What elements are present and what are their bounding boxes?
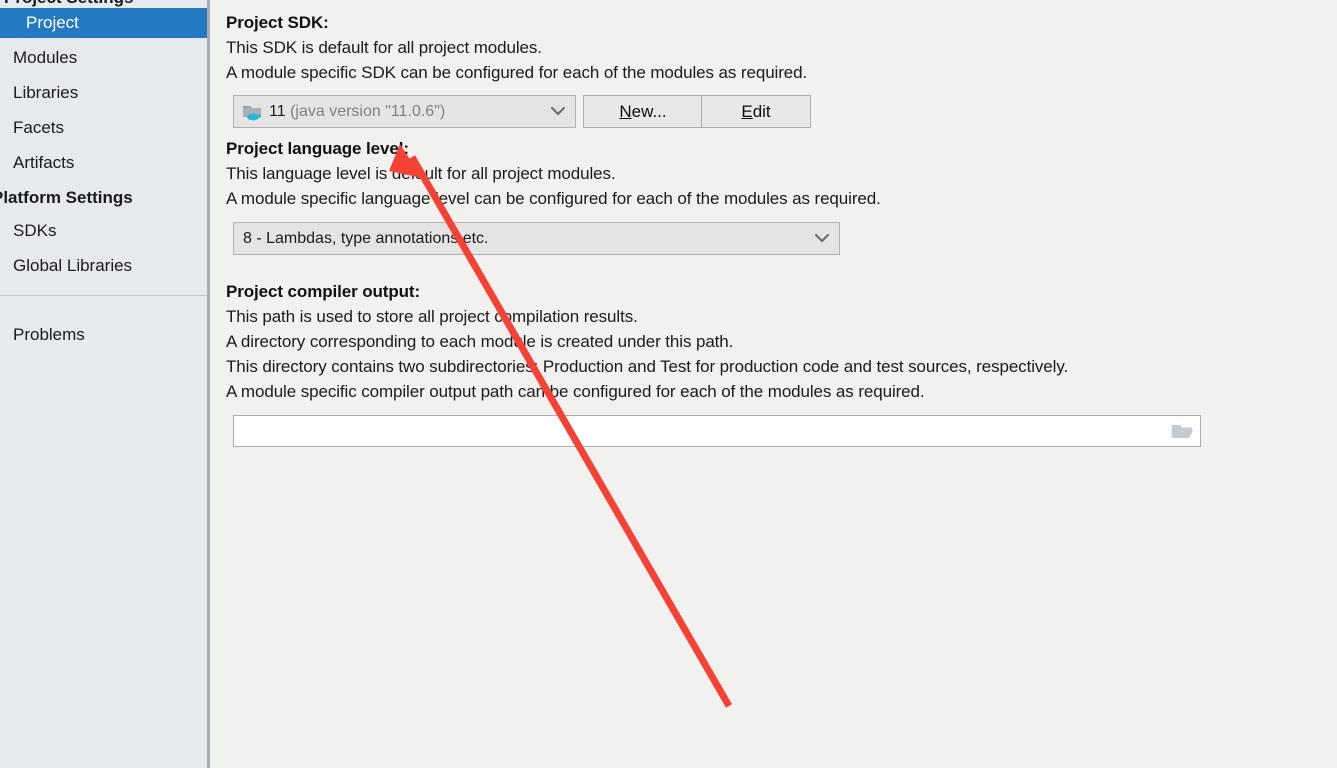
project-language-level-title: Project language level:: [226, 139, 409, 158]
new-button-mnemonic: N: [619, 101, 632, 121]
project-sdk-title: Project SDK:: [226, 13, 329, 32]
project-sdk-version: 11: [269, 102, 286, 120]
sidebar-item-project[interactable]: Project: [0, 8, 207, 38]
jdk-folder-coffee-icon: [242, 103, 264, 121]
chevron-down-icon[interactable]: [541, 96, 575, 127]
sidebar-item-global-libraries[interactable]: Global Libraries: [0, 251, 207, 281]
sidebar-item-facets[interactable]: Facets: [0, 113, 207, 143]
compiler-output-path-input[interactable]: [234, 415, 1166, 447]
settings-sidebar: Project Settings Project Modules Librari…: [0, 0, 207, 768]
project-language-level-description-line-2: A module specific language level can be …: [226, 189, 881, 208]
new-button-label: New...: [619, 101, 667, 121]
project-compiler-output-description-line-3: This directory contains two subdirectori…: [226, 357, 1069, 376]
sidebar-item-artifacts[interactable]: Artifacts: [0, 148, 207, 178]
sidebar-item-label: Global Libraries: [13, 256, 133, 275]
sidebar-separator: [0, 295, 207, 296]
sidebar-item-label: SDKs: [13, 221, 57, 240]
folder-open-icon[interactable]: [1166, 416, 1200, 446]
project-compiler-output-description-line-4: A module specific compiler output path c…: [226, 382, 925, 401]
sidebar-item-label: Libraries: [13, 83, 79, 102]
settings-window: Project Settings Project Modules Librari…: [0, 0, 1337, 768]
sidebar-item-modules[interactable]: Modules: [0, 43, 207, 73]
sidebar-group-label: Platform Settings: [0, 188, 133, 207]
project-sdk-detail: (java version "11.0.6"): [290, 102, 446, 120]
project-compiler-output-description-line-2: A directory corresponding to each module…: [226, 332, 734, 351]
sidebar-item-label: Artifacts: [13, 153, 75, 172]
project-language-level-combobox[interactable]: 8 - Lambdas, type annotations etc.: [233, 222, 840, 255]
sidebar-group-platform-settings: Platform Settings: [0, 183, 207, 213]
project-compiler-output-description-line-1: This path is used to store all project c…: [226, 307, 638, 326]
chevron-down-icon[interactable]: [805, 223, 839, 254]
project-sdk-description-line-2: A module specific SDK can be configured …: [226, 63, 808, 82]
edit-sdk-button[interactable]: Edit: [701, 95, 811, 128]
edit-button-label: Edit: [741, 101, 771, 121]
new-sdk-button[interactable]: New...: [583, 95, 703, 128]
project-language-level-description-line-1: This language level is default for all p…: [226, 164, 616, 183]
sidebar-item-problems[interactable]: Problems: [0, 320, 207, 350]
sidebar-item-label: Project: [26, 13, 79, 32]
sidebar-item-label: Problems: [13, 325, 85, 344]
project-sdk-combobox[interactable]: 11 (java version "11.0.6"): [233, 95, 576, 128]
sidebar-item-label: Modules: [13, 48, 78, 67]
project-sdk-value: 11 (java version "11.0.6"): [264, 103, 541, 121]
edit-button-mnemonic: E: [741, 101, 753, 121]
project-sdk-description-line-1: This SDK is default for all project modu…: [226, 38, 542, 57]
project-compiler-output-title: Project compiler output:: [226, 282, 421, 301]
sidebar-item-sdks[interactable]: SDKs: [0, 216, 207, 246]
compiler-output-path-field-wrapper[interactable]: [233, 415, 1201, 447]
sidebar-item-label: Facets: [13, 118, 65, 137]
sidebar-item-libraries[interactable]: Libraries: [0, 78, 207, 108]
project-language-level-value: 8 - Lambdas, type annotations etc.: [243, 229, 489, 247]
project-settings-panel: Project SDK: This SDK is default for all…: [210, 0, 1337, 768]
